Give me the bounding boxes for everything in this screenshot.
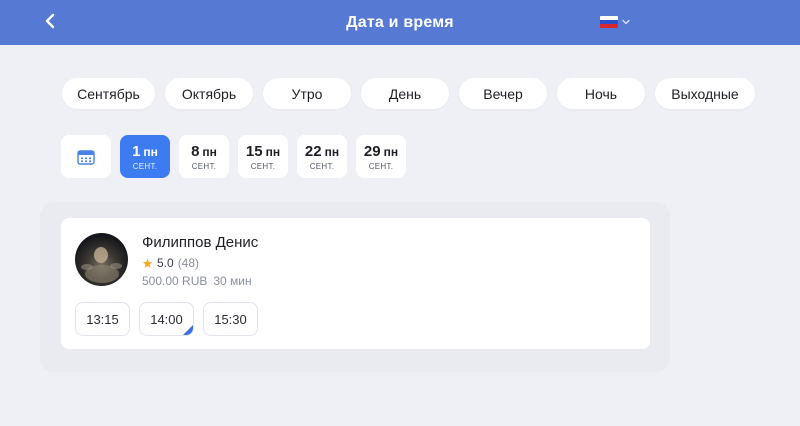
- price: 500.00 RUB: [142, 274, 208, 288]
- day-number: 1: [132, 142, 141, 160]
- day-weekday: пн: [202, 144, 217, 159]
- day-weekday: пн: [265, 144, 281, 159]
- chip-label: Октябрь: [181, 85, 237, 102]
- time-slot[interactable]: 13:15: [75, 302, 130, 336]
- back-button[interactable]: [38, 9, 62, 33]
- chevron-left-icon: [45, 13, 55, 29]
- slot-time: 13:15: [86, 311, 119, 327]
- date-22[interactable]: 22 пн СЕНТ.: [297, 135, 347, 178]
- specialist-name[interactable]: Филиппов Денис: [142, 234, 258, 251]
- calendar-icon: [77, 149, 95, 165]
- rating: 5.0 (48): [142, 256, 199, 270]
- chip-day[interactable]: День: [361, 78, 449, 109]
- language-selector[interactable]: [600, 14, 630, 30]
- chip-label: День: [388, 85, 422, 102]
- time-slot[interactable]: 14:00: [139, 302, 194, 336]
- rating-count: (48): [177, 256, 200, 270]
- slot-marker-icon: [183, 325, 193, 335]
- chip-label: Выходные: [671, 85, 739, 102]
- day-month: СЕНТ.: [309, 161, 335, 171]
- chip-label: Ночь: [584, 85, 618, 102]
- time-slot[interactable]: 15:30: [203, 302, 258, 336]
- avatar[interactable]: [75, 233, 128, 286]
- chip-label: Вечер: [483, 85, 523, 102]
- date-29[interactable]: 29 пн СЕНТ.: [356, 135, 406, 178]
- chip-september[interactable]: Сентябрь: [62, 78, 155, 109]
- day-number: 29: [363, 142, 381, 160]
- date-8[interactable]: 8 пн СЕНТ.: [179, 135, 229, 178]
- star-icon: [142, 258, 153, 268]
- day-month: СЕНТ.: [368, 161, 394, 171]
- rating-score: 5.0: [157, 256, 174, 270]
- date-1[interactable]: 1 пн СЕНТ.: [120, 135, 170, 178]
- calendar-button[interactable]: [61, 135, 111, 178]
- filter-chips: Сентябрь Октябрь Утро День Вечер Ночь Вы…: [62, 78, 755, 109]
- day-number: 8: [191, 142, 200, 160]
- chip-evening[interactable]: Вечер: [459, 78, 547, 109]
- day-weekday: пн: [143, 144, 158, 159]
- day-weekday: пн: [324, 144, 340, 159]
- day-number: 15: [245, 142, 263, 160]
- time-slots: 13:15 14:00 15:30: [75, 302, 258, 336]
- top-bar: Дата и время: [0, 0, 800, 45]
- slot-time: 14:00: [150, 311, 183, 327]
- page-title: Дата и время: [346, 13, 454, 31]
- day-month: СЕНТ.: [132, 161, 158, 171]
- day-weekday: пн: [383, 144, 399, 159]
- date-selector: 1 пн СЕНТ. 8 пн СЕНТ. 15 пн СЕНТ. 22 пн СЕНТ…: [61, 135, 406, 178]
- specialist-card: Филиппов Денис 5.0 (48) 500.00 RUB 30 ми…: [61, 218, 650, 349]
- day-number: 22: [304, 142, 322, 160]
- avatar-photo: [81, 247, 122, 283]
- slot-time: 15:30: [214, 311, 247, 327]
- chip-october[interactable]: Октябрь: [165, 78, 253, 109]
- price-info: 500.00 RUB 30 мин: [142, 274, 252, 288]
- day-month: СЕНТ.: [191, 161, 217, 171]
- day-month: СЕНТ.: [250, 161, 276, 171]
- chip-weekends[interactable]: Выходные: [655, 78, 755, 109]
- chip-morning[interactable]: Утро: [263, 78, 351, 109]
- chip-label: Сентябрь: [77, 85, 140, 102]
- duration: 30 мин: [213, 274, 252, 288]
- chevron-down-icon: [622, 19, 630, 25]
- chip-label: Утро: [291, 85, 323, 102]
- date-15[interactable]: 15 пн СЕНТ.: [238, 135, 288, 178]
- russian-flag-icon: [600, 16, 618, 28]
- chip-night[interactable]: Ночь: [557, 78, 645, 109]
